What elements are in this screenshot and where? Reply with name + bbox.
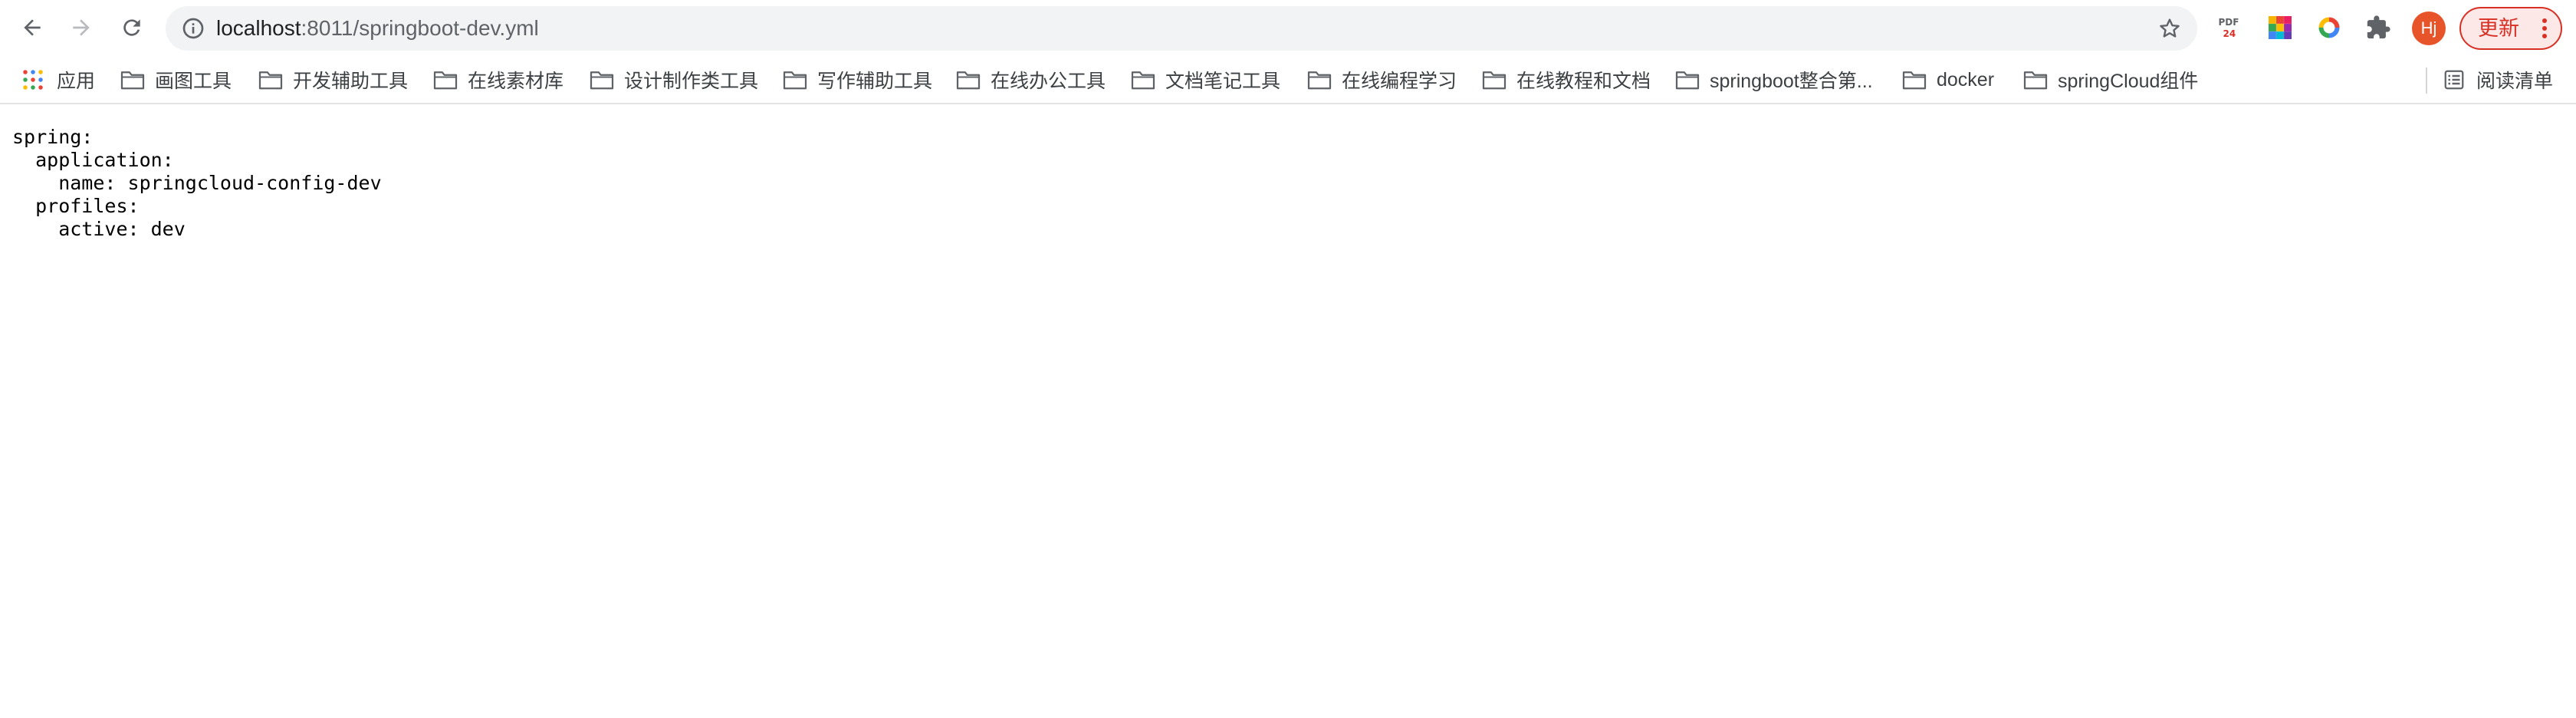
url-host: localhost <box>216 16 301 40</box>
update-label: 更新 <box>2478 17 2519 40</box>
url-path: :8011/springboot-dev.yml <box>301 16 539 40</box>
reading-list-button[interactable]: 阅读清单 <box>2443 57 2553 103</box>
back-button[interactable] <box>15 11 49 44</box>
browser-toolbar: localhost:8011/springboot-dev.yml PDF 24… <box>0 0 2576 57</box>
reading-list-label: 阅读清单 <box>2476 71 2554 92</box>
bookmarks-bar: 应用 画图工具 开发辅助工具 在线素材库 设计制作类工具 写作辅助工具 在线办公… <box>0 57 2576 104</box>
folder-icon <box>590 71 614 90</box>
more-vertical-icon <box>2542 18 2547 38</box>
bookmark-label: springCloud组件 <box>2058 71 2199 92</box>
colorful-ring-icon[interactable] <box>2314 12 2344 43</box>
bookmark-folder[interactable]: 写作辅助工具 <box>782 57 932 103</box>
bookmark-label: springboot整合第... <box>1710 71 1873 92</box>
update-button[interactable]: 更新 <box>2459 7 2562 50</box>
bookmark-label: 写作辅助工具 <box>817 71 933 92</box>
address-bar[interactable]: localhost:8011/springboot-dev.yml <box>166 6 2197 51</box>
page-content: spring: application: name: springcloud-c… <box>0 104 2576 718</box>
bookmark-label: 文档笔记工具 <box>1165 71 1281 92</box>
ring-glyph-icon <box>2318 17 2340 38</box>
folder-icon <box>783 71 807 90</box>
svg-text:PDF: PDF <box>2219 17 2239 28</box>
bookmark-folder[interactable]: 画图工具 <box>120 57 232 103</box>
url-text[interactable]: localhost:8011/springboot-dev.yml <box>216 6 539 51</box>
info-icon[interactable] <box>181 16 205 41</box>
reload-icon <box>123 19 140 36</box>
bookmarks-divider <box>2426 68 2427 94</box>
reload-button[interactable] <box>115 11 149 44</box>
reading-list-icon <box>2444 70 2464 90</box>
bookmark-label: 在线编程学习 <box>1342 71 1457 92</box>
folder-icon <box>258 71 283 90</box>
bookmark-folder[interactable]: springCloud组件 <box>2022 57 2198 103</box>
bookmark-folder[interactable]: 在线素材库 <box>432 57 564 103</box>
folder-icon <box>2023 71 2048 90</box>
extensions-puzzle-icon <box>2367 15 2390 39</box>
pdf-tool-icon[interactable]: PDF 24 <box>2216 12 2246 43</box>
arrow-left-icon <box>24 19 41 36</box>
bookmark-folder[interactable]: 设计制作类工具 <box>589 57 758 103</box>
yaml-line: application: <box>12 149 174 171</box>
forward-button[interactable] <box>64 11 98 44</box>
folder-icon <box>120 71 145 90</box>
star-icon[interactable] <box>2157 16 2182 41</box>
bookmark-label: 在线教程和文档 <box>1516 71 1651 92</box>
bookmark-folder[interactable]: 文档笔记工具 <box>1130 57 1280 103</box>
yaml-line: profiles: <box>12 195 140 217</box>
palette-grid-icon <box>2269 16 2292 39</box>
bookmark-label: 应用 <box>57 71 96 92</box>
folder-icon <box>1131 71 1155 90</box>
bookmark-label: docker <box>1937 68 1995 91</box>
bookmark-apps[interactable]: 应用 <box>21 57 95 103</box>
yaml-line: spring: <box>12 126 94 148</box>
yaml-line: name: springcloud-config-dev <box>12 172 382 194</box>
color-palette-icon[interactable] <box>2265 12 2295 43</box>
yaml-document: spring: application: name: springcloud-c… <box>12 126 382 241</box>
folder-icon <box>433 71 458 90</box>
pdf-glyph-icon: PDF 24 <box>2219 17 2239 39</box>
bookmark-label: 设计制作类工具 <box>624 71 759 92</box>
folder-icon <box>1675 71 1700 90</box>
svg-text:24: 24 <box>2223 28 2236 39</box>
bookmark-folder[interactable]: 在线教程和文档 <box>1481 57 1651 103</box>
folder-icon <box>1307 71 1332 90</box>
folder-icon <box>956 71 981 90</box>
bookmark-folder[interactable]: docker <box>1901 57 1994 103</box>
arrow-right-icon <box>73 19 90 36</box>
apps-grid-icon <box>23 70 43 90</box>
puzzle-icon[interactable] <box>2363 12 2394 43</box>
bookmark-label: 在线办公工具 <box>991 71 1106 92</box>
bookmark-folder[interactable]: 开发辅助工具 <box>258 57 408 103</box>
folder-icon <box>1482 71 1506 90</box>
avatar[interactable]: Hj <box>2412 12 2446 45</box>
bookmark-folder[interactable]: 在线办公工具 <box>955 57 1106 103</box>
folder-icon <box>1902 71 1927 90</box>
bookmark-label: 画图工具 <box>155 71 232 92</box>
yaml-line: active: dev <box>12 218 186 240</box>
bookmark-label: 在线素材库 <box>468 71 564 92</box>
bookmark-label: 开发辅助工具 <box>293 71 409 92</box>
bookmark-folder[interactable]: springboot整合第... <box>1674 57 1873 103</box>
bookmark-folder[interactable]: 在线编程学习 <box>1306 57 1457 103</box>
